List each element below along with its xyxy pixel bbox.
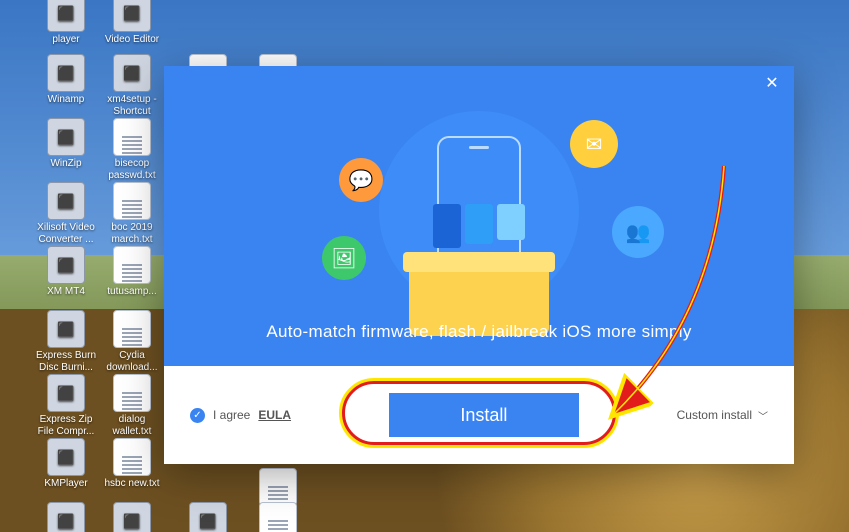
desktop-icon[interactable]: jailbreakios... bbox=[100, 502, 164, 532]
app-icon bbox=[189, 502, 227, 532]
desktop-icon[interactable]: dialog wallet.txt bbox=[100, 374, 164, 437]
desktop-icon[interactable]: WinZip bbox=[34, 118, 98, 170]
app-icon bbox=[113, 54, 151, 92]
desktop-icon-label: tutusamp... bbox=[100, 286, 164, 298]
desktop-icon-label: KMPlayer bbox=[34, 478, 98, 490]
agree-group: ✓ I agree EULA bbox=[190, 408, 291, 423]
app-icon bbox=[113, 502, 151, 532]
desktop-icon[interactable]: xm4setup - Shortcut bbox=[100, 54, 164, 117]
custom-install-toggle[interactable]: Custom install ﹀ bbox=[677, 408, 768, 423]
desktop-icon-label: boc 2019 march.txt bbox=[100, 222, 164, 245]
file-icon bbox=[259, 468, 297, 506]
file-icon bbox=[113, 118, 151, 156]
file-icon bbox=[113, 182, 151, 220]
desktop-icon-label: Express Burn Disc Burni... bbox=[34, 350, 98, 373]
app-icon bbox=[47, 310, 85, 348]
desktop-icon-label: dialog wallet.txt bbox=[100, 414, 164, 437]
eula-link[interactable]: EULA bbox=[258, 408, 291, 422]
desktop-icon[interactable]: boc 2019 march.txt bbox=[100, 182, 164, 245]
agree-checkbox[interactable]: ✓ bbox=[190, 408, 205, 423]
desktop-icon[interactable]: KMPlayer bbox=[34, 438, 98, 490]
file-icon bbox=[113, 438, 151, 476]
desktop-icon-label: bisecop passwd.txt bbox=[100, 158, 164, 181]
app-icon bbox=[47, 118, 85, 156]
desktop-icon-label: Xilisoft Video Converter ... bbox=[34, 222, 98, 245]
desktop-icon-label: xm4setup - Shortcut bbox=[100, 94, 164, 117]
desktop-icon-label: Express Zip File Compr... bbox=[34, 414, 98, 437]
desktop-icon[interactable]: player bbox=[34, 0, 98, 46]
close-button[interactable]: ✕ bbox=[760, 72, 784, 96]
desktop-icon-label: Cydia download... bbox=[100, 350, 164, 373]
chat-icon: 💬 bbox=[339, 158, 383, 202]
desktop-icon-label: hsbc new.txt bbox=[100, 478, 164, 490]
desktop-icon-label: WinZip bbox=[34, 158, 98, 170]
desktop-icon-label: Winamp bbox=[34, 94, 98, 106]
app-icon bbox=[47, 182, 85, 220]
app-icon bbox=[47, 54, 85, 92]
desktop-icon[interactable]: Express Zip File Compr... bbox=[34, 374, 98, 437]
app-icon bbox=[47, 374, 85, 412]
app-icon bbox=[47, 438, 85, 476]
desktop-icon-label: Video Editor bbox=[100, 34, 164, 46]
file-icon bbox=[259, 502, 297, 532]
desktop-icon-label: player bbox=[34, 34, 98, 46]
desktop-icon[interactable]: hsbc new.txt bbox=[100, 438, 164, 490]
app-icon bbox=[47, 246, 85, 284]
app-icon bbox=[113, 0, 151, 32]
desktop-icon-label: XM MT4 bbox=[34, 286, 98, 298]
app-icon bbox=[47, 502, 85, 532]
file-icon bbox=[113, 246, 151, 284]
people-icon: 👥 bbox=[612, 206, 664, 258]
desktop-icon[interactable]: Express Burn Disc Burni... bbox=[34, 310, 98, 373]
desktop-icon[interactable]: XM MT4 bbox=[34, 246, 98, 298]
installer-window: ✕ 💬 🖼 ✉ 👥 Auto-match firmware, flash / j… bbox=[164, 66, 794, 464]
file-icon bbox=[113, 310, 151, 348]
hero-files bbox=[433, 204, 525, 248]
app-icon bbox=[47, 0, 85, 32]
installer-tagline: Auto-match firmware, flash / jailbreak i… bbox=[164, 322, 794, 342]
chevron-down-icon: ﹀ bbox=[758, 408, 768, 423]
installer-hero: ✕ 💬 🖼 ✉ 👥 Auto-match firmware, flash / j… bbox=[164, 66, 794, 366]
mail-icon: ✉ bbox=[570, 120, 618, 168]
desktop-icon[interactable]: bisecop passwd.txt bbox=[100, 118, 164, 181]
desktop-icon[interactable]: samsung edge.txt bbox=[246, 502, 310, 532]
install-button[interactable]: Install bbox=[389, 393, 579, 437]
file-icon bbox=[113, 374, 151, 412]
custom-install-label: Custom install bbox=[677, 408, 752, 422]
installer-footer: ✓ I agree EULA Install Custom install ﹀ bbox=[164, 366, 794, 464]
desktop-icon[interactable]: Cydia download... bbox=[100, 310, 164, 373]
desktop-icon[interactable]: Xilisoft Video Converter ... bbox=[34, 182, 98, 245]
agree-label: I agree bbox=[213, 408, 250, 422]
desktop-icon[interactable]: Viber bbox=[176, 502, 240, 532]
desktop-icon[interactable]: tutusamp... bbox=[100, 246, 164, 298]
desktop-icon[interactable]: Winamp bbox=[34, 54, 98, 106]
desktop-icon[interactable]: Video Editor bbox=[100, 0, 164, 46]
desktop: playerVideo Editor Winampxm4setup - Short… bbox=[0, 0, 849, 532]
image-icon: 🖼 bbox=[322, 236, 366, 280]
desktop-icon[interactable]: NCH Suite bbox=[34, 502, 98, 532]
